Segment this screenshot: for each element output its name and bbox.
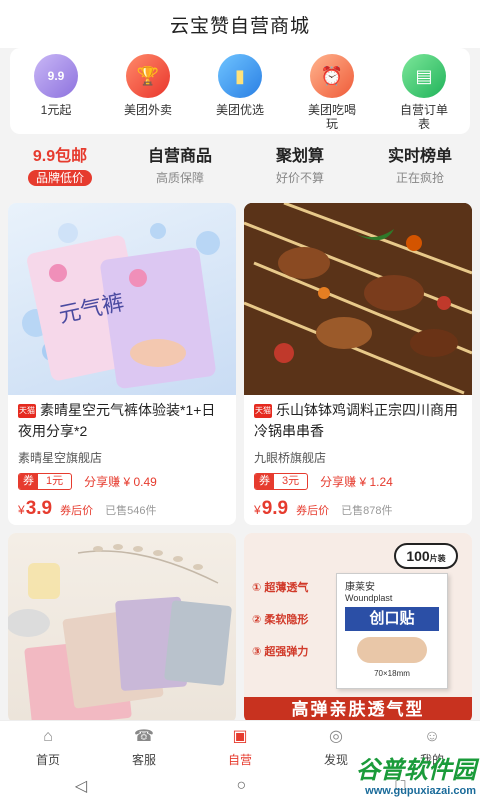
category-1yuan[interactable]: 9.9 1元起 (16, 54, 96, 134)
tab-9-9-free-shipping[interactable]: 9.9包邮 品牌低价 (0, 142, 120, 190)
coupon-badge: 券 1元 (18, 473, 73, 490)
product-image (244, 203, 472, 395)
product-image: 元气裤 (8, 203, 236, 395)
category-self-orders[interactable]: ▤ 自营订单表 (384, 54, 464, 134)
tab-title: 聚划算 (275, 148, 324, 165)
tab-customer-service[interactable]: ☎ 客服 (96, 721, 192, 772)
watermark-url: www.gupuxiazai.com (365, 785, 476, 797)
price-note: 券后价 (60, 505, 94, 517)
shop-name: 九眼桥旗舰店 (254, 451, 327, 465)
product-price: 3.9 (25, 498, 53, 519)
product-title: 天猫 素晴星空元气裤体验装*1+日夜用分享*2 (18, 402, 216, 439)
home-icon: ⌂ (43, 728, 53, 745)
user-icon: ☺ (423, 728, 441, 745)
coupon-badge: 券 3元 (254, 473, 309, 490)
tab-title: 实时榜单 (387, 148, 452, 165)
tab-label: 自营 (227, 753, 252, 767)
product-card[interactable] (8, 533, 236, 723)
product-image (8, 533, 236, 723)
tab-title: 自营商品 (147, 148, 212, 165)
tab-self-operated[interactable]: ▣ 自营 (192, 721, 288, 772)
product-price: 9.9 (261, 498, 289, 519)
sold-count: 已售878件 (341, 505, 393, 517)
product-card[interactable]: 天猫 乐山钵钵鸡调料正宗四川商用冷锅串串香 九眼桥旗舰店 券 3元 分享赚 ¥ 1.… (244, 203, 472, 525)
back-icon[interactable]: ◁ (75, 776, 87, 796)
category-label: 美团外卖 (123, 103, 172, 117)
product-card[interactable]: 元气裤 天猫 素晴星空元气裤体验装*1+日夜用分享*2 素晴星空旗舰店 券 1元 分… (8, 203, 236, 525)
plaster-box: 康莱安 Woundplast 创口贴 70×18mm (336, 573, 448, 689)
category-meituan-waimai[interactable]: 🏆 美团外卖 (108, 54, 188, 134)
tab-home[interactable]: ⌂ 首页 (0, 721, 96, 772)
shop-icon: ▣ (232, 728, 248, 745)
category-label: 自营订单表 (399, 103, 448, 131)
price-9-9-icon: 9.9 (34, 54, 78, 98)
tab-self-products[interactable]: 自营商品 高质保障 (120, 142, 240, 190)
page-title: 云宝赞自营商城 (169, 15, 310, 37)
category-label: 美团吃喝玩 (307, 103, 356, 131)
currency-symbol: ¥ (18, 503, 25, 517)
tab-label: 首页 (35, 753, 60, 767)
tab-subtitle: 品牌低价 (27, 170, 92, 186)
product-image: 100片装 ① 超薄透气 ② 柔软隐形 ③ 超强弹力 康莱安 Woundplas… (244, 533, 472, 723)
category-label: 美团优选 (215, 103, 264, 117)
shop-name: 素晴星空旗舰店 (18, 451, 103, 465)
customer-service-icon: ☎ (134, 728, 154, 745)
section-tabs: 9.9包邮 品牌低价 自营商品 高质保障 聚划算 好价不算 实时榜单 正在疯抢 (0, 142, 480, 190)
tab-subtitle: 好价不算 (275, 171, 324, 185)
category-grid: 9.9 1元起 🏆 美团外卖 ▮ 美团优选 ⏰ 美团吃喝玩 ▤ 自营订单表 (10, 48, 470, 134)
list-box-icon: ▤ (402, 54, 446, 98)
category-label: 1元起 (40, 103, 72, 117)
currency-symbol: ¥ (254, 503, 261, 517)
category-meituan-youxuan[interactable]: ▮ 美团优选 (200, 54, 280, 134)
share-earn[interactable]: 分享赚 ¥ 0.49 (84, 473, 157, 490)
tab-juhuasuan[interactable]: 聚划算 好价不算 (240, 142, 360, 190)
tab-label: 客服 (131, 753, 156, 767)
watermark: 谷普软件园 www.gupuxiazai.com (300, 750, 476, 798)
battery-icon: ▮ (218, 54, 262, 98)
product-card[interactable]: 100片装 ① 超薄透气 ② 柔软隐形 ③ 超强弹力 康莱安 Woundplas… (244, 533, 472, 723)
tmall-tag: 天猫 (254, 404, 272, 418)
tmall-tag: 天猫 (18, 404, 36, 418)
app-header: 云宝赞自营商城 (0, 0, 480, 48)
sold-count: 已售546件 (105, 505, 157, 517)
feature-list: ① 超薄透气 ② 柔软隐形 ③ 超强弹力 (252, 582, 309, 658)
price-note: 券后价 (296, 505, 330, 517)
tab-subtitle: 正在疯抢 (395, 171, 444, 185)
compass-icon: ◎ (329, 728, 343, 745)
product-title: 天猫 乐山钵钵鸡调料正宗四川商用冷锅串串香 (254, 402, 458, 439)
category-meituan-chihewan[interactable]: ⏰ 美团吃喝玩 (292, 54, 372, 134)
trophy-icon: 🏆 (126, 54, 170, 98)
tab-subtitle: 高质保障 (155, 171, 204, 185)
home-circle-icon[interactable]: ○ (236, 777, 246, 795)
badge-100-pieces: 100片装 (394, 543, 458, 569)
tab-realtime-ranking[interactable]: 实时榜单 正在疯抢 (360, 142, 480, 190)
watermark-title: 谷普软件园 (356, 757, 476, 784)
share-earn[interactable]: 分享赚 ¥ 1.24 (320, 473, 393, 490)
alarm-clock-icon: ⏰ (310, 54, 354, 98)
tab-title: 9.9包邮 (32, 148, 88, 165)
